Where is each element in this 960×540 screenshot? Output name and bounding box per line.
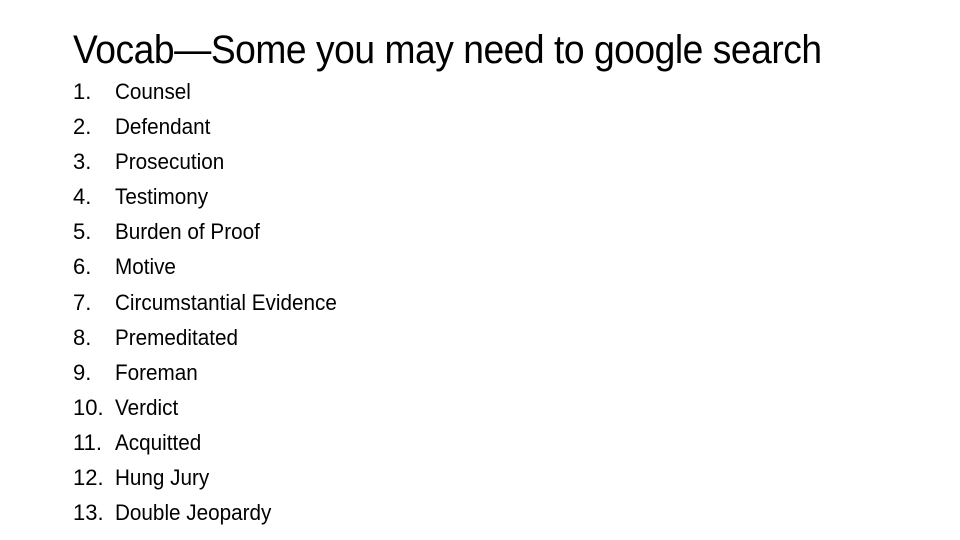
item-number: 6.	[73, 254, 92, 280]
item-number: 4.	[73, 184, 92, 210]
item-number: 9.	[73, 359, 92, 385]
list-item: 2. Defendant	[73, 111, 351, 146]
list-item: 12. Hung Jury	[73, 462, 351, 497]
item-term: Double Jeopardy	[115, 500, 272, 526]
item-number: 8.	[73, 324, 92, 350]
slide-title: Vocab—Some you may need to google search	[73, 28, 822, 72]
item-term: Prosecution	[115, 149, 225, 175]
item-term: Acquitted	[115, 429, 202, 455]
item-number: 3.	[73, 149, 92, 175]
item-term: Verdict	[115, 394, 179, 420]
item-term: Testimony	[115, 184, 209, 210]
item-number: 2.	[73, 114, 92, 140]
list-item: 5. Burden of Proof	[73, 216, 351, 251]
item-number: 7.	[73, 289, 92, 315]
list-item: 3. Prosecution	[73, 146, 351, 181]
item-number: 13.	[73, 500, 104, 526]
list-item: 6. Motive	[73, 251, 351, 286]
item-term: Burden of Proof	[115, 219, 260, 245]
list-item: 10. Verdict	[73, 392, 351, 427]
item-term: Premeditated	[115, 324, 239, 350]
list-item: 1. Counsel	[73, 76, 351, 111]
item-term: Circumstantial Evidence	[115, 289, 337, 315]
item-term: Foreman	[115, 359, 198, 385]
list-item: 7. Circumstantial Evidence	[73, 287, 351, 322]
item-term: Counsel	[115, 79, 191, 104]
item-term: Defendant	[115, 114, 211, 140]
item-number: 10.	[73, 394, 104, 420]
list-item: 4. Testimony	[73, 181, 351, 216]
list-item: 11. Acquitted	[73, 427, 351, 462]
item-number: 1.	[73, 79, 92, 104]
list-item: 13. Double Jeopardy	[73, 497, 351, 532]
item-term: Hung Jury	[115, 465, 210, 491]
item-number: 5.	[73, 219, 92, 245]
list-item: 9. Foreman	[73, 357, 351, 392]
item-number: 12.	[73, 465, 104, 491]
vocab-list: 1. Counsel 2. Defendant 3. Prosecution 4. Te…	[73, 76, 351, 532]
item-term: Motive	[115, 254, 176, 280]
list-item: 8. Premeditated	[73, 322, 351, 357]
item-number: 11.	[73, 429, 102, 455]
